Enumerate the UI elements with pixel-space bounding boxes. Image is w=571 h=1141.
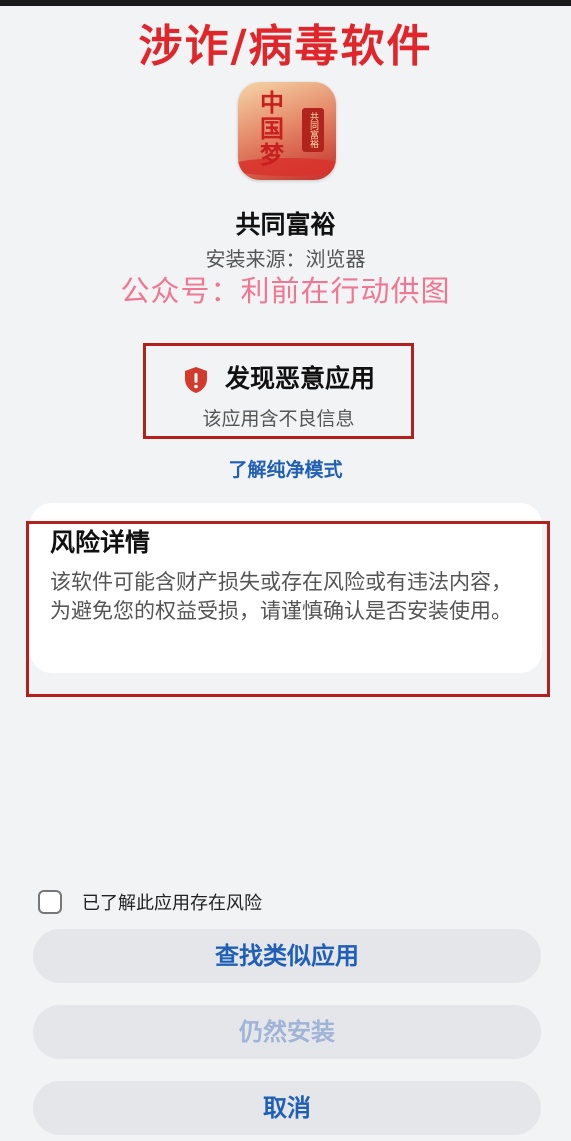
warning-title-text: 发现恶意应用	[225, 364, 376, 393]
app-icon-seal: 共同富裕	[302, 108, 324, 152]
warning-subtitle: 该应用含不良信息	[202, 408, 355, 430]
app-icon-text: 中国梦	[260, 88, 284, 169]
banner-title: 涉诈/病毒软件	[138, 21, 433, 72]
cancel-button[interactable]: 取消	[33, 1081, 541, 1135]
app-icon: 中国梦 共同富裕	[238, 82, 336, 180]
risk-details-text: 该软件可能含财产损失或存在风险或有违法内容，为避免您的权益受损，请谨慎确认是否安…	[50, 570, 512, 623]
install-anyway-button[interactable]: 仍然安装	[33, 1005, 541, 1059]
app-name: 共同富裕	[235, 210, 336, 239]
warning-title: 发现恶意应用	[181, 362, 401, 396]
acknowledge-label: 已了解此应用存在风险	[82, 893, 262, 914]
watermark-text: 公众号：利前在行动供图	[120, 274, 451, 308]
shield-alert-icon	[185, 367, 207, 393]
status-bar	[0, 0, 571, 6]
risk-details-title: 风险详情	[50, 528, 151, 557]
acknowledge-risk-row[interactable]: 已了解此应用存在风险	[38, 888, 262, 916]
acknowledge-checkbox[interactable]	[38, 890, 62, 914]
learn-pure-mode-link[interactable]: 了解纯净模式	[0, 455, 571, 482]
find-similar-apps-button[interactable]: 查找类似应用	[33, 929, 541, 983]
